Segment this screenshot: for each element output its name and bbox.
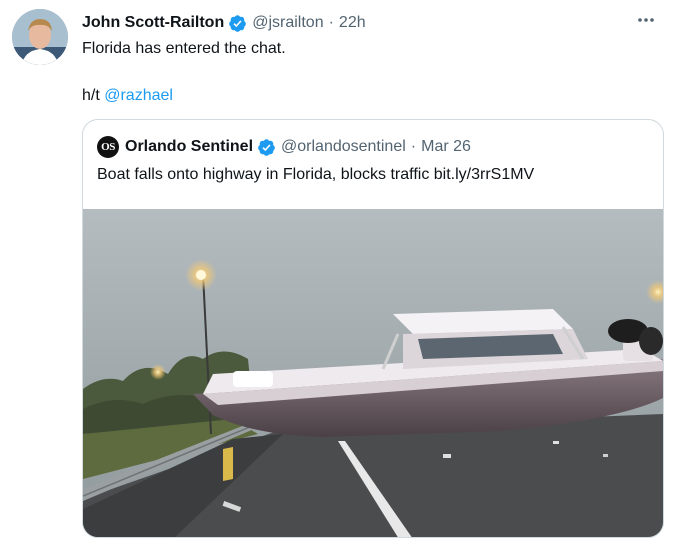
avatar-photo bbox=[12, 9, 68, 65]
verified-badge-icon bbox=[229, 14, 247, 32]
author-handle[interactable]: @jsrailton bbox=[252, 14, 323, 32]
more-horizontal-icon bbox=[638, 18, 654, 22]
quoted-text: Boat falls onto highway in Florida, bloc… bbox=[97, 166, 535, 183]
mention-link[interactable]: @razhael bbox=[104, 87, 173, 104]
quoted-header: OS Orlando Sentinel @orlandosentinel · M… bbox=[97, 136, 471, 158]
more-options-button[interactable] bbox=[634, 10, 658, 30]
timestamp[interactable]: 22h bbox=[339, 14, 366, 32]
quoted-separator-dot: · bbox=[410, 138, 417, 155]
quoted-verified-badge-icon bbox=[258, 138, 275, 156]
tweet-text-line2: h/t @razhael bbox=[82, 86, 173, 106]
quoted-media[interactable] bbox=[83, 209, 663, 537]
boat-on-highway-photo bbox=[83, 209, 663, 537]
tweet-text-line1: Florida has entered the chat. bbox=[82, 40, 286, 57]
hat-tip-prefix: h/t bbox=[82, 87, 105, 104]
quoted-tweet[interactable]: OS Orlando Sentinel @orlandosentinel · M… bbox=[82, 119, 664, 538]
quoted-author-handle: @orlandosentinel bbox=[281, 138, 406, 155]
quoted-author-name: Orlando Sentinel bbox=[125, 138, 254, 155]
tweet-header: John Scott-Railton @jsrailton · 22h bbox=[82, 12, 366, 34]
avatar[interactable] bbox=[12, 9, 68, 65]
separator-dot: · bbox=[328, 14, 334, 31]
author-name[interactable]: John Scott-Railton bbox=[82, 14, 224, 32]
quoted-avatar: OS bbox=[97, 136, 119, 158]
quoted-date: Mar 26 bbox=[421, 138, 471, 155]
